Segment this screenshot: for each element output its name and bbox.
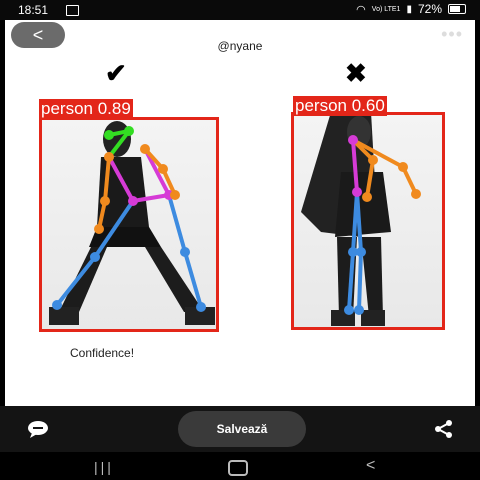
gallery-notification-icon: [66, 5, 79, 16]
detection-label-left: person 0.89: [39, 99, 133, 119]
battery-icon: [448, 4, 466, 14]
home-button[interactable]: [228, 460, 248, 476]
system-back-button[interactable]: <: [366, 457, 375, 475]
share-icon[interactable]: [434, 419, 454, 444]
status-time: 18:51: [18, 3, 49, 17]
cross-icon: ✖: [345, 58, 367, 88]
detection-box-right: [291, 112, 445, 330]
system-nav-bar: ||| <: [0, 452, 480, 480]
post-caption: Confidence!: [70, 346, 135, 360]
wifi-icon: ◠: [356, 3, 366, 16]
signal-icon: ▮: [406, 3, 412, 15]
network-label: Vo) LTE1: [371, 5, 401, 13]
status-bar: 18:51 ◠ Vo) LTE1 ▮ 72%: [0, 0, 480, 20]
bottom-action-bar: Salvează: [0, 406, 480, 452]
recents-button[interactable]: |||: [94, 459, 114, 475]
checkmark-icon: ✔: [105, 58, 127, 88]
detection-box-left: [39, 117, 219, 332]
post-content: < ••• @nyane ✔ ✖ person 0.89 person 0.60…: [5, 20, 475, 406]
detection-label-right: person 0.60: [293, 96, 387, 116]
battery-percent: 72%: [417, 2, 442, 16]
status-right: ◠ Vo) LTE1 ▮ 72%: [356, 2, 466, 16]
save-button[interactable]: Salvează: [178, 411, 306, 447]
username: @nyane: [217, 39, 263, 53]
comment-icon[interactable]: [26, 419, 50, 444]
